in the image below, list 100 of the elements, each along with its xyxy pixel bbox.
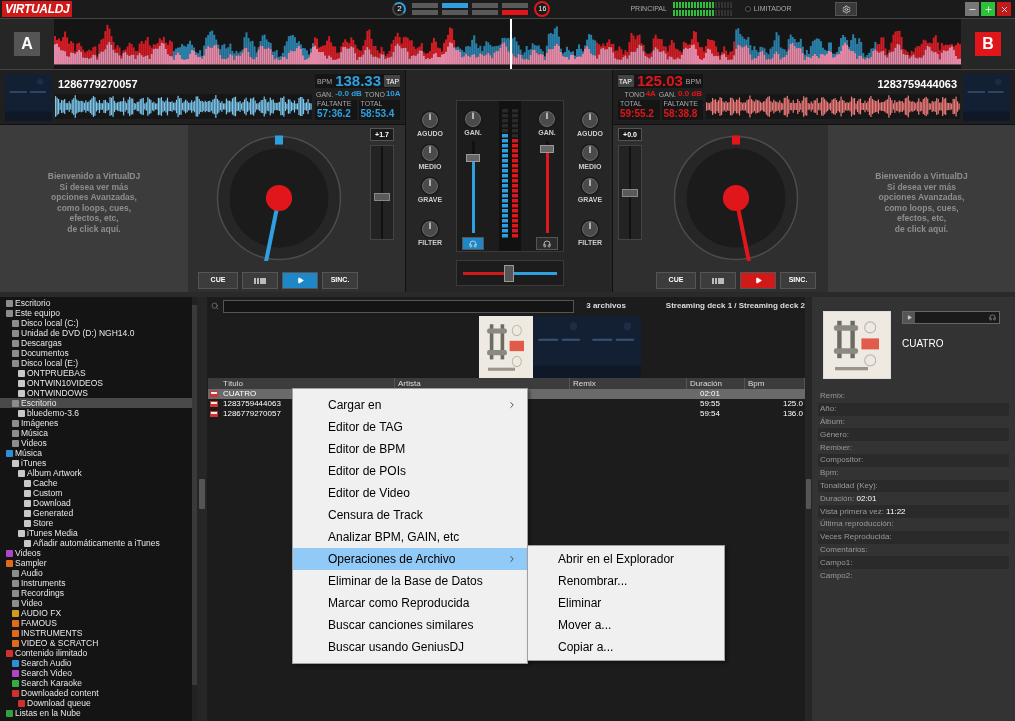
menu-item[interactable]: Abrir en el Explorador <box>528 548 724 570</box>
tree-item[interactable]: Video <box>0 598 192 608</box>
volume-fader[interactable] <box>466 141 480 233</box>
menu-item[interactable]: Editor de TAG <box>293 416 527 438</box>
splitter-handle[interactable] <box>199 479 205 509</box>
headphone-button[interactable] <box>536 237 558 250</box>
tree-item[interactable]: Custom <box>0 488 192 498</box>
tree-item[interactable]: Store <box>0 518 192 528</box>
knob[interactable] <box>420 219 440 239</box>
tree-item[interactable]: Disco local (E:) <box>0 358 192 368</box>
tree-item[interactable]: Escritorio <box>0 398 192 408</box>
slider-thumb[interactable] <box>374 192 390 201</box>
menu-item[interactable]: Buscar usando GeniusDJ <box>293 636 527 658</box>
tree-item[interactable]: Escritorio <box>0 298 192 308</box>
splitter-handle[interactable] <box>806 479 811 509</box>
headphone-button[interactable] <box>462 237 484 250</box>
layout-slot[interactable] <box>472 3 499 8</box>
crossfader[interactable] <box>456 260 564 286</box>
knob[interactable] <box>580 143 600 163</box>
menu-item[interactable]: Cargar en <box>293 394 527 416</box>
play-button[interactable] <box>282 272 318 289</box>
knob[interactable] <box>537 109 557 129</box>
pause-button[interactable] <box>700 272 736 289</box>
menu-item[interactable]: Censura de Track <box>293 504 527 526</box>
table-cell[interactable]: 136.0 <box>745 409 805 419</box>
tree-item[interactable]: Download <box>0 498 192 508</box>
menu-item[interactable]: Buscar canciones similares <box>293 614 527 636</box>
tree-item[interactable]: Recordings <box>0 588 192 598</box>
preview-player[interactable] <box>902 311 1000 324</box>
tree-item[interactable]: Descargas <box>0 338 192 348</box>
volume-fader[interactable] <box>540 141 554 233</box>
tree-item[interactable]: Contenido ilimitado <box>0 648 192 658</box>
deck-layout-selector[interactable] <box>412 3 529 15</box>
menu-item[interactable]: Editor de POIs <box>293 460 527 482</box>
layout-slot[interactable] <box>442 10 469 15</box>
scrollbar[interactable] <box>192 297 197 721</box>
tree-item[interactable]: ONTPRUEBAS <box>0 368 192 378</box>
search-field[interactable] <box>222 299 575 313</box>
deck-b-button[interactable]: B <box>975 32 1001 56</box>
tree-item[interactable]: Generated <box>0 508 192 518</box>
table-cell[interactable] <box>745 389 805 399</box>
crossfader-thumb[interactable] <box>504 265 515 282</box>
fader-thumb[interactable] <box>540 145 554 154</box>
tree-item[interactable]: Search Video <box>0 668 192 678</box>
layout-slot[interactable] <box>472 10 499 15</box>
layout-slot[interactable] <box>442 3 469 8</box>
close-button[interactable] <box>997 2 1011 16</box>
knob[interactable] <box>420 143 440 163</box>
table-cell[interactable]: 125.0 <box>745 399 805 409</box>
knob[interactable] <box>420 176 440 196</box>
minimize-button[interactable] <box>965 2 979 16</box>
slider-thumb[interactable] <box>622 188 638 197</box>
tree-item[interactable]: Imágenes <box>0 418 192 428</box>
menu-item[interactable]: Editor de BPM <box>293 438 527 460</box>
tree-item[interactable]: iTunes Media <box>0 528 192 538</box>
layout-slot[interactable] <box>412 3 439 8</box>
layout-slot[interactable] <box>502 10 529 15</box>
table-cell[interactable]: 59:55 <box>687 399 745 409</box>
menu-item[interactable]: Eliminar <box>528 592 724 614</box>
tree-item[interactable]: Download queue <box>0 698 192 708</box>
tree-item[interactable]: Añadir automáticamente a iTunes <box>0 538 192 548</box>
menu-item[interactable]: Mover a... <box>528 614 724 636</box>
layout-slot[interactable] <box>502 3 529 8</box>
pitch-slider[interactable] <box>370 145 394 240</box>
tree-item[interactable]: iTunes <box>0 458 192 468</box>
table-cell[interactable]: 59:54 <box>687 409 745 419</box>
tree-item[interactable]: ONTWIN10VIDEOS <box>0 378 192 388</box>
deck-count-badge[interactable]: 2 <box>392 2 407 16</box>
tree-item[interactable]: Música <box>0 428 192 438</box>
knob[interactable] <box>580 176 600 196</box>
menu-item[interactable]: Operaciones de Archivo <box>293 548 527 570</box>
menu-item[interactable]: Marcar como Reproducida <box>293 592 527 614</box>
tree-item[interactable]: Sampler <box>0 558 192 568</box>
pitch-slider[interactable] <box>618 145 642 240</box>
tree-item[interactable]: Este equipo <box>0 308 192 318</box>
menu-item[interactable]: Eliminar de la Base de Datos <box>293 570 527 592</box>
tree-item[interactable]: Downloaded content <box>0 688 192 698</box>
knob[interactable] <box>580 110 600 130</box>
tree-item[interactable]: Documentos <box>0 348 192 358</box>
tree-item[interactable]: FAMOUS <box>0 618 192 628</box>
tree-item[interactable]: Album Artwork <box>0 468 192 478</box>
menu-item[interactable]: Renombrar... <box>528 570 724 592</box>
tree-item[interactable]: Videos <box>0 548 192 558</box>
fader-thumb[interactable] <box>466 153 480 162</box>
layout-slot[interactable] <box>412 10 439 15</box>
tree-item[interactable]: Música <box>0 448 192 458</box>
knob[interactable] <box>420 110 440 130</box>
tree-item[interactable]: Audio <box>0 568 192 578</box>
tree-item[interactable]: bluedemo-3.6 <box>0 408 192 418</box>
settings-button[interactable] <box>835 2 858 16</box>
play-button[interactable] <box>740 272 776 289</box>
tree-item[interactable]: AUDIO FX <box>0 608 192 618</box>
tree-item[interactable]: Listas en la Nube <box>0 708 192 718</box>
menu-item[interactable]: Analizar BPM, GAIN, etc <box>293 526 527 548</box>
tree-item[interactable]: Unidad de DVD (D:) NGH14.0 <box>0 328 192 338</box>
tree-item[interactable]: Instruments <box>0 578 192 588</box>
pause-button[interactable] <box>242 272 278 289</box>
tree-item[interactable]: Disco local (C:) <box>0 318 192 328</box>
table-cell[interactable]: 02:01 <box>687 389 745 399</box>
knob[interactable] <box>580 219 600 239</box>
